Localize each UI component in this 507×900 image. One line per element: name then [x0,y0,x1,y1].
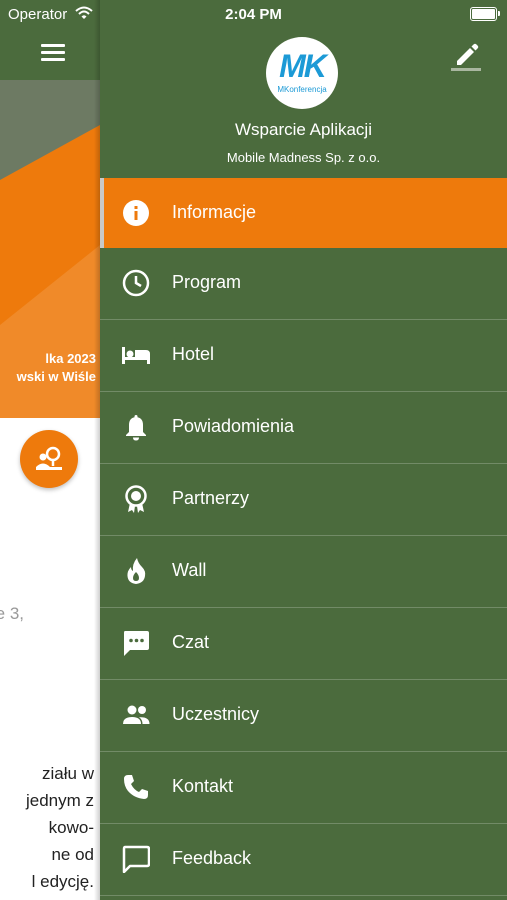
menu-item-label: Uczestnicy [172,704,260,724]
address-fragment: e 3, [0,604,24,623]
menu-item-label: Czat [172,632,210,652]
location-person-button[interactable] [20,430,78,488]
body-line-3: kowo- [48,818,94,837]
menu-item-label: Program [172,272,242,292]
bell-icon [126,415,146,441]
flame-icon [127,558,146,584]
user-name: Wsparcie Aplikacji [235,120,372,139]
menu-item-program[interactable]: Program [100,248,507,320]
body-line-2: jednym z [25,791,94,810]
clock: 2:04 PM [225,6,282,23]
body-line-4: ne od [51,845,94,864]
menu-item-label: Powiadomienia [172,416,295,436]
people-icon [123,705,150,724]
hamburger-icon[interactable] [41,44,65,62]
menu-item-czat[interactable]: Czat [100,608,507,680]
menu-item-wall[interactable]: Wall [100,536,507,608]
location-person-icon [36,446,62,470]
menu-item-label: Partnerzy [172,488,250,508]
menu-item-powiadomienia[interactable]: Powiadomienia [100,392,507,464]
drawer-menu: Informacje Program Hotel Powiadomienia P… [100,178,507,896]
menu-item-label: Feedback [172,848,252,868]
menu-item-feedback[interactable]: Feedback [100,824,507,896]
company-name: Mobile Madness Sp. z o.o. [226,150,381,165]
body-line-5: l edycję. [31,872,94,891]
bed-icon [122,347,150,364]
logo-subtitle: MKonferencja [277,85,327,94]
menu-item-label: Wall [172,560,207,580]
menu-item-informacje[interactable]: Informacje [100,178,507,248]
menu-item-hotel[interactable]: Hotel [100,320,507,392]
menu-item-label: Kontakt [172,776,234,796]
menu-item-partnerzy[interactable]: Partnerzy [100,464,507,536]
chat-icon [124,631,149,656]
clock-icon [122,269,150,297]
logo-letters: MK [279,48,327,84]
app-logo: MK MKonferencja [266,37,338,109]
edit-underline [451,68,481,71]
info-icon [123,200,149,226]
background-page: lka 2023 wski w Wiśle e 3, ziału w jedny… [0,0,100,900]
body-line-1: ziału w [42,764,94,783]
hero-title-line-1: lka 2023 [45,351,96,366]
menu-item-label: Informacje [172,202,257,222]
feedback-icon [122,845,150,873]
hero-banner: lka 2023 wski w Wiśle [0,80,100,418]
navigation-drawer: MK MKonferencja Wsparcie Aplikacji Mobil… [100,0,507,900]
battery-icon [470,7,500,21]
badge-icon [125,485,147,513]
menu-item-uczestnicy[interactable]: Uczestnicy [100,680,507,752]
phone-icon [124,775,148,799]
menu-item-kontakt[interactable]: Kontakt [100,752,507,824]
menu-item-label: Hotel [172,344,215,364]
hero-title-line-2: wski w Wiśle [16,369,96,384]
status-bar: Operator 2:04 PM [0,0,507,28]
